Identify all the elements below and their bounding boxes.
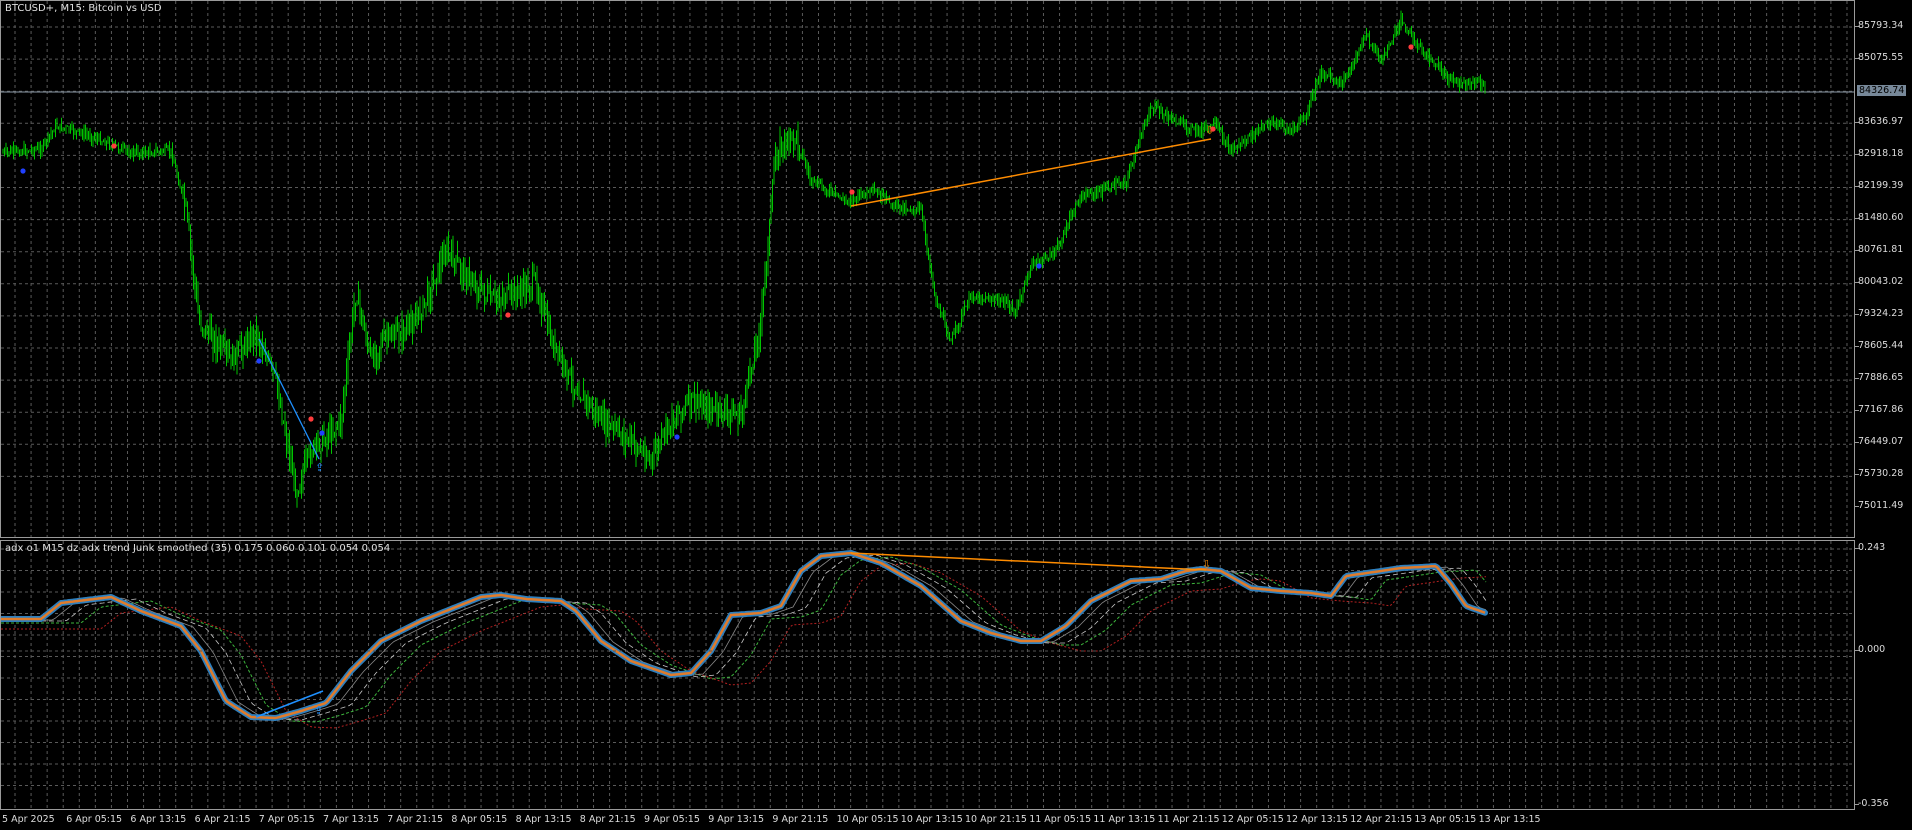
time-label: 13 Apr 13:15 [1478, 814, 1541, 825]
ind-bull-arrow-icon: ⇪ [314, 704, 323, 717]
buy-signal-dot [319, 430, 325, 436]
price-chart-pane[interactable]: ⇪ ⇩ BTCUSD+, M15: Bitcoin vs USD [0, 0, 1855, 538]
indicator-scale[interactable]: 0.243 0.000 -0.356 [1855, 540, 1912, 810]
time-label: 7 Apr 13:15 [323, 814, 379, 825]
price-label: 78605.44 [1858, 340, 1904, 351]
time-label: 6 Apr 13:15 [130, 814, 187, 825]
price-label: 83636.97 [1858, 116, 1904, 127]
buy-signal-dot [1036, 263, 1042, 269]
time-axis[interactable]: 5 Apr 2025 6 Apr 05:15 6 Apr 13:15 6 Apr 21… [0, 810, 1855, 830]
time-label: 11 Apr 05:15 [1029, 814, 1092, 825]
time-label: 12 Apr 21:15 [1350, 814, 1413, 825]
sell-signal-dot [505, 312, 511, 318]
price-label: 81480.60 [1858, 212, 1904, 223]
time-label: 6 Apr 05:15 [66, 814, 123, 825]
price-label: 79324.23 [1858, 308, 1904, 319]
time-label: 8 Apr 13:15 [515, 814, 572, 825]
time-label: 10 Apr 05:15 [836, 814, 899, 825]
time-label: 9 Apr 13:15 [708, 814, 765, 825]
terminal-window: ⇪ ⇩ BTCUSD+, M15: Bitcoin vs USD 85793.34… [0, 0, 1912, 830]
time-label: 11 Apr 13:15 [1093, 814, 1156, 825]
grid [1, 541, 1854, 809]
buy-signal-dot [256, 358, 262, 364]
time-label: 10 Apr 13:15 [900, 814, 963, 825]
indicator-scale-label: -0.356 [1858, 798, 1889, 809]
price-label: 76449.07 [1858, 436, 1904, 447]
price-label: 82199.39 [1858, 180, 1904, 191]
bull-arrow-icon: ⇪ [315, 461, 324, 474]
indicator-canvas[interactable]: ⇩⇪ [1, 541, 1854, 809]
price-label: 80761.81 [1858, 244, 1904, 255]
sell-signal-dot [849, 189, 855, 195]
buy-signal-dot [674, 434, 680, 440]
time-label: 7 Apr 21:15 [387, 814, 444, 825]
price-label: 77167.86 [1858, 404, 1904, 415]
price-scale[interactable]: 85793.34 85075.55 83636.97 82918.18 82199.39… [1855, 0, 1912, 538]
price-chart-canvas[interactable]: ⇪⇩ [1, 1, 1854, 537]
sell-signal-dot [1408, 44, 1414, 50]
price-label: 80043.02 [1858, 276, 1904, 287]
ind-bear-arrow-icon: ⇩ [1202, 558, 1211, 571]
price-label: 85075.55 [1858, 52, 1904, 63]
bear-divergence-line [850, 138, 1212, 207]
price-label: 77886.65 [1858, 372, 1904, 383]
sell-signal-dot [308, 416, 314, 422]
time-label: 8 Apr 21:15 [579, 814, 636, 825]
time-label: 6 Apr 21:15 [194, 814, 251, 825]
time-label: 10 Apr 21:15 [965, 814, 1027, 825]
buy-signal-dot [20, 168, 26, 174]
chart-symbol-title: BTCUSD+, M15: Bitcoin vs USD [5, 3, 162, 14]
time-label: 7 Apr 05:15 [258, 814, 315, 825]
price-label: 82918.18 [1858, 148, 1904, 159]
time-label: 12 Apr 13:15 [1286, 814, 1348, 825]
sell-signal-dot [1210, 126, 1216, 132]
time-label: 11 Apr 21:15 [1157, 814, 1220, 825]
price-label: 85793.34 [1858, 20, 1904, 31]
indicator-scale-label: 0.000 [1858, 644, 1886, 655]
price-label: 75730.28 [1858, 468, 1904, 479]
indicator-title: adx o1 M15 dz adx trend Junk smoothed (3… [5, 543, 391, 554]
price-bars [2, 10, 1486, 508]
time-label: 8 Apr 05:15 [451, 814, 508, 825]
indicator-scale-label: 0.243 [1858, 542, 1886, 553]
indicator-pane[interactable]: ⇩ ⇪ adx o1 M15 dz adx trend Junk smoothed… [0, 540, 1855, 810]
ind-bear-divergence-line [850, 552, 1207, 571]
current-price-badge: 84326.74 [1857, 85, 1907, 96]
grid [1, 1, 1854, 537]
price-label: 75011.49 [1858, 500, 1904, 511]
time-label: 9 Apr 05:15 [644, 814, 700, 825]
sell-signal-dot [111, 143, 117, 149]
time-label: 9 Apr 21:15 [772, 814, 829, 825]
time-label: 12 Apr 05:15 [1221, 814, 1284, 825]
time-label: 5 Apr 2025 [2, 814, 55, 825]
time-label: 13 Apr 05:15 [1414, 814, 1477, 825]
